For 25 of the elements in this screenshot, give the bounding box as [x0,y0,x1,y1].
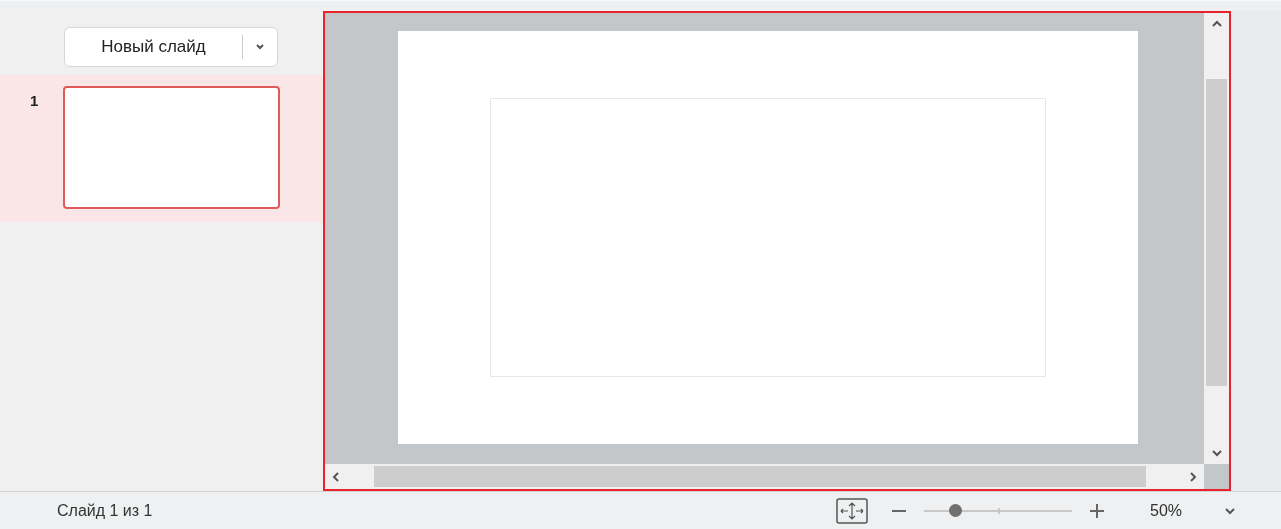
chevron-up-icon [1210,20,1223,28]
caret-icon [254,43,266,51]
zoom-in-button[interactable] [1090,503,1104,518]
scrollbar-thumb[interactable] [1206,79,1227,387]
zoom-percentage: 50% [1150,501,1184,520]
horizontal-scrollbar[interactable] [325,464,1204,490]
chevron-down-icon [1210,449,1223,458]
vertical-scrollbar[interactable] [1204,13,1229,465]
caret-icon [1224,506,1236,515]
zoom-dropdown-button[interactable] [1224,506,1236,515]
fit-to-window-button[interactable] [836,497,868,524]
plus-icon [1090,503,1104,518]
slider-thumb[interactable] [949,503,963,517]
chevron-left-icon [332,470,340,483]
slide-list-item[interactable]: 1 [0,75,323,222]
new-slide-main-button[interactable]: Новый слайд [65,28,242,66]
chevron-right-icon [1189,470,1197,483]
scrollbar-thumb[interactable] [374,466,1146,488]
new-slide-button[interactable]: Новый слайд [64,27,278,67]
zoom-out-button[interactable] [892,509,906,512]
slide-counter: Слайд 1 из 1 [57,501,154,520]
fit-to-window-icon [836,497,868,524]
slide-number: 1 [29,91,40,111]
slide-thumbnail[interactable] [63,86,280,209]
minus-icon [892,509,906,512]
